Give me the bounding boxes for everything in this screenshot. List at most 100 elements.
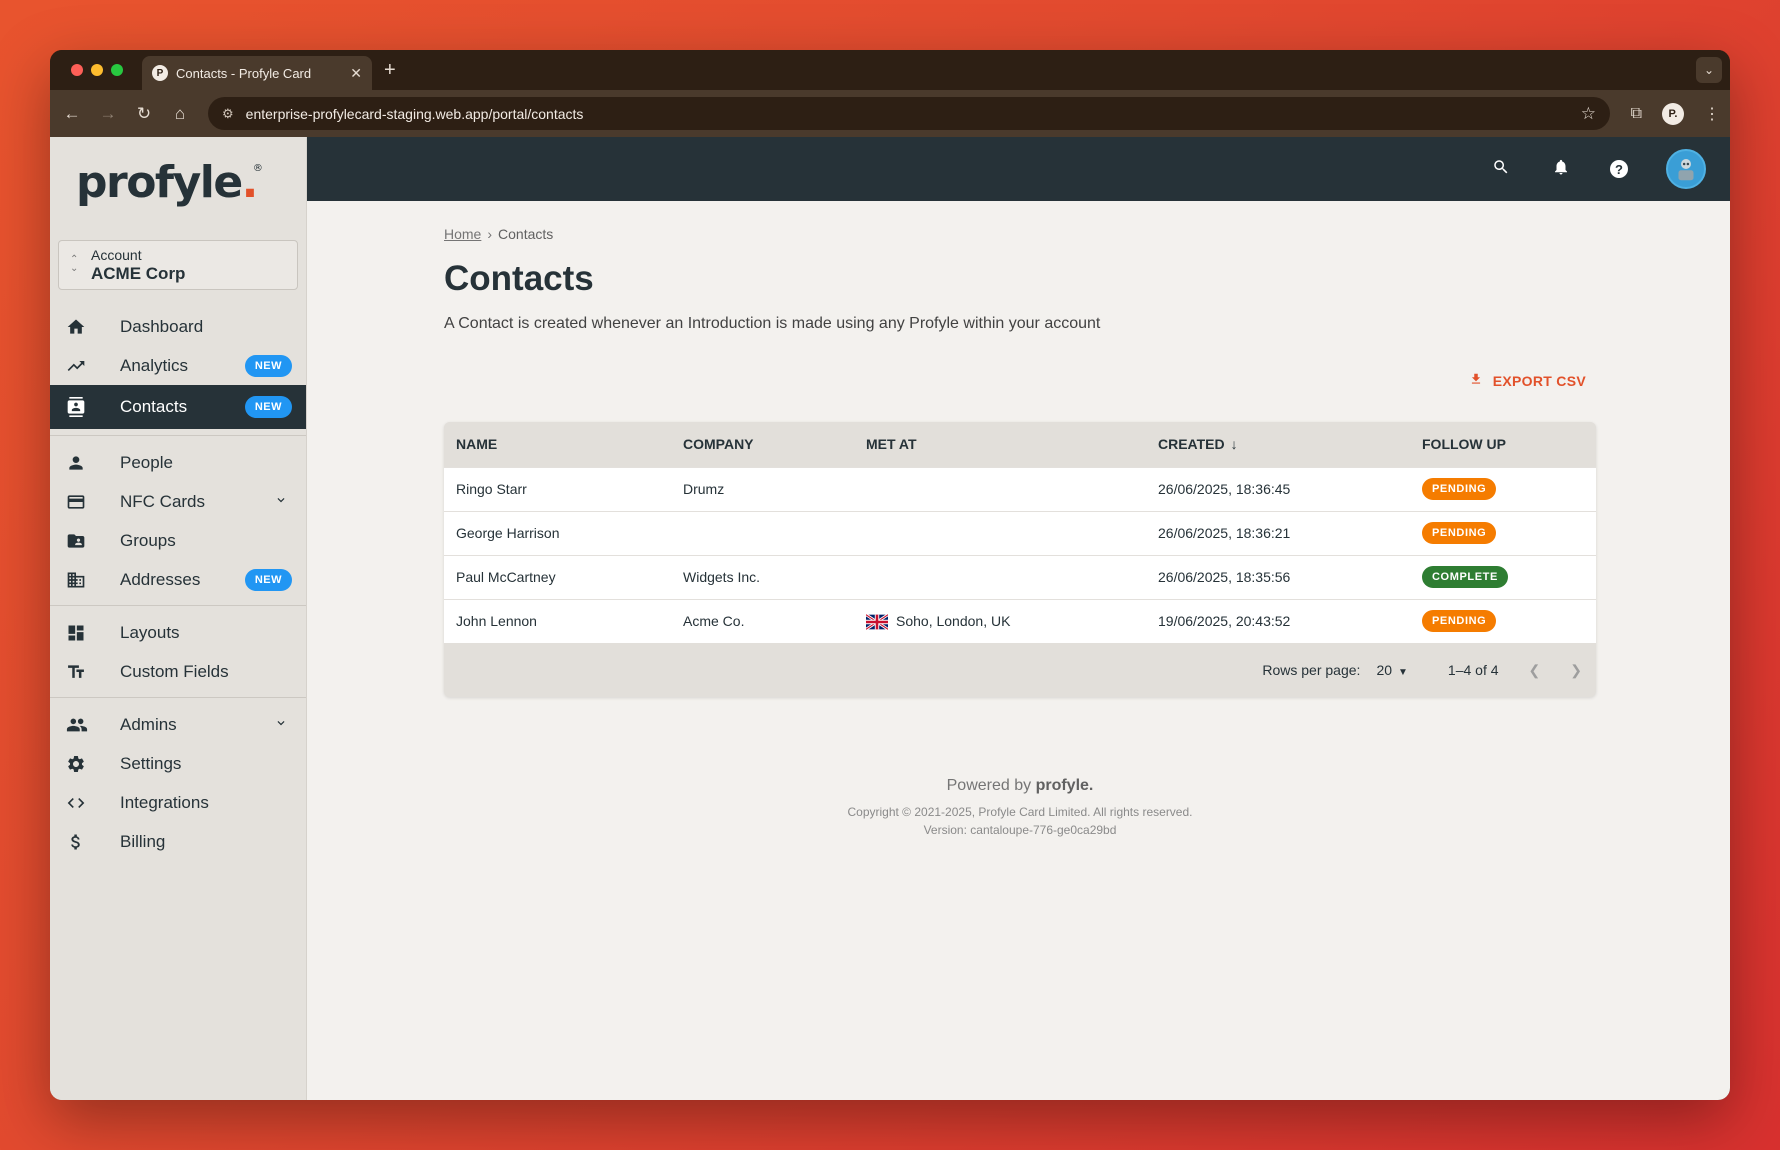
cell-name: George Harrison: [444, 510, 671, 555]
chevron-down-icon[interactable]: [274, 716, 288, 733]
bookmark-star-icon[interactable]: ☆: [1581, 104, 1596, 124]
powered-by-label: Powered by: [946, 777, 1032, 794]
close-tab-icon[interactable]: ✕: [350, 65, 362, 82]
cell-follow-up: PENDING: [1410, 598, 1596, 643]
sidebar-item-admins[interactable]: Admins: [50, 705, 306, 744]
status-badge[interactable]: PENDING: [1422, 478, 1497, 500]
code-icon: [50, 793, 120, 813]
table-row[interactable]: George Harrison 26/06/2025, 18:36:21 PEN…: [444, 510, 1596, 555]
new-badge: NEW: [244, 354, 292, 377]
cell-follow-up: COMPLETE: [1410, 554, 1596, 599]
breadcrumb-current: Contacts: [498, 226, 554, 242]
export-csv-button[interactable]: EXPORT CSV: [1469, 371, 1586, 391]
app-topbar: ?: [307, 137, 1730, 201]
page-description: A Contact is created whenever an Introdu…: [444, 315, 1101, 332]
sidebar-item-people[interactable]: People: [50, 443, 306, 482]
copyright-text: Copyright © 2021-2025, Profyle Card Limi…: [847, 805, 1193, 819]
profile-avatar[interactable]: P.: [1662, 102, 1684, 125]
new-badge: NEW: [244, 568, 292, 591]
sidebar-item-layouts[interactable]: Layouts: [50, 613, 306, 652]
breadcrumb-home-link[interactable]: Home: [444, 226, 481, 242]
minimize-window-button[interactable]: [91, 64, 103, 76]
help-icon[interactable]: ?: [1610, 160, 1628, 178]
cell-name: Paul McCartney: [444, 554, 671, 599]
forward-icon[interactable]: →: [90, 104, 126, 124]
text-fields-icon: [50, 662, 120, 682]
close-window-button[interactable]: [71, 64, 83, 76]
sidebar-divider: [50, 605, 306, 606]
status-badge[interactable]: PENDING: [1422, 522, 1497, 544]
next-page-icon[interactable]: ❯: [1570, 662, 1582, 679]
tab-strip: P Contacts - Profyle Card ✕ + ⌄: [50, 50, 1730, 90]
caret-down-icon: ▼: [1398, 667, 1408, 678]
back-icon[interactable]: ←: [54, 104, 90, 124]
rows-per-page-select[interactable]: 20 ▼: [1376, 662, 1407, 678]
sidebar-item-label: Custom Fields: [120, 661, 229, 681]
column-header-met-at[interactable]: MET AT: [854, 422, 1146, 467]
cell-company: [671, 510, 854, 555]
sidebar-item-custom-fields[interactable]: Custom Fields: [50, 652, 306, 691]
column-header-created[interactable]: CREATED ↓: [1146, 422, 1410, 467]
home-browser-icon[interactable]: ⌂: [162, 104, 198, 124]
toolbar-right: ⧉ P. ⋮: [1631, 90, 1720, 137]
contact-card-icon: [50, 397, 120, 417]
powered-by: Powered by profyle.: [444, 777, 1596, 795]
table-row[interactable]: Ringo Starr Drumz 26/06/2025, 18:36:45 P…: [444, 466, 1596, 511]
sidebar-item-settings[interactable]: Settings: [50, 744, 306, 783]
cell-follow-up: PENDING: [1410, 466, 1596, 511]
cell-created: 26/06/2025, 18:36:21: [1146, 510, 1410, 555]
status-badge[interactable]: PENDING: [1422, 610, 1497, 633]
sidebar-item-contacts[interactable]: Contacts NEW: [50, 385, 306, 429]
sidebar-item-addresses[interactable]: Addresses NEW: [50, 560, 306, 599]
uk-flag-icon: [865, 613, 889, 631]
user-avatar[interactable]: [1666, 149, 1706, 189]
sidebar-item-integrations[interactable]: Integrations: [50, 783, 306, 822]
sidebar-item-analytics[interactable]: Analytics NEW: [50, 346, 306, 385]
site-settings-icon[interactable]: ⚙: [222, 106, 234, 122]
new-tab-icon[interactable]: +: [384, 59, 396, 82]
maximize-window-button[interactable]: [111, 64, 123, 76]
account-value: ACME Corp: [91, 264, 186, 283]
cell-created: 26/06/2025, 18:36:45: [1146, 466, 1410, 511]
sidebar-item-groups[interactable]: Groups: [50, 521, 306, 560]
sidebar-item-billing[interactable]: Billing: [50, 822, 306, 861]
column-header-name[interactable]: NAME: [444, 422, 671, 467]
sidebar-nav: Dashboard Analytics NEW Contacts NEW Peo…: [50, 307, 306, 861]
sidebar-item-dashboard[interactable]: Dashboard: [50, 307, 306, 346]
bell-icon[interactable]: [1550, 158, 1572, 181]
table-row[interactable]: John Lennon Acme Co. Soho, London, UK 19…: [444, 598, 1596, 643]
sort-arrow-down-icon[interactable]: ↓: [1231, 436, 1238, 452]
column-header-follow-up[interactable]: FOLLOW UP: [1410, 422, 1596, 467]
tab-title: Contacts - Profyle Card: [176, 65, 312, 81]
browser-tab[interactable]: P Contacts - Profyle Card ✕: [142, 56, 372, 90]
chevron-down-icon[interactable]: [274, 493, 288, 510]
account-label: Account: [91, 247, 142, 263]
cell-met-at: [854, 554, 1146, 599]
breadcrumb-separator: ›: [487, 226, 493, 242]
trending-up-icon: [50, 356, 120, 376]
tab-search-icon[interactable]: ⌄: [1696, 57, 1722, 83]
column-header-company[interactable]: COMPANY: [671, 422, 854, 467]
logo-registered-mark: ®: [252, 163, 263, 174]
met-at-location: Soho, London, UK: [896, 612, 1011, 629]
extensions-icon[interactable]: ⧉: [1631, 105, 1642, 123]
address-bar[interactable]: ⚙ enterprise-profylecard-staging.web.app…: [208, 97, 1610, 130]
version-text: Version: cantaloupe-776-ge0ca29bd: [923, 823, 1117, 837]
pagination-range: 1–4 of 4: [1447, 662, 1499, 678]
cell-follow-up: PENDING: [1410, 510, 1596, 555]
url-text: enterprise-profylecard-staging.web.app/p…: [245, 105, 584, 122]
sidebar-item-nfc-cards[interactable]: NFC Cards: [50, 482, 306, 521]
sidebar-item-label: Dashboard: [120, 316, 204, 336]
previous-page-icon[interactable]: ❮: [1529, 662, 1541, 679]
sidebar-divider: [50, 697, 306, 698]
cell-name: John Lennon: [444, 598, 671, 643]
powered-by-brand[interactable]: profyle.: [1036, 777, 1094, 794]
account-selector[interactable]: ⌃ ⌄ Account ACME Corp: [58, 240, 298, 290]
profyle-logo[interactable]: profyle.®: [76, 157, 263, 208]
search-icon[interactable]: [1490, 158, 1512, 181]
gear-icon: [50, 754, 120, 774]
reload-icon[interactable]: ↻: [126, 104, 162, 124]
table-row[interactable]: Paul McCartney Widgets Inc. 26/06/2025, …: [444, 554, 1596, 599]
browser-menu-icon[interactable]: ⋮: [1704, 104, 1720, 124]
status-badge[interactable]: COMPLETE: [1422, 566, 1508, 588]
